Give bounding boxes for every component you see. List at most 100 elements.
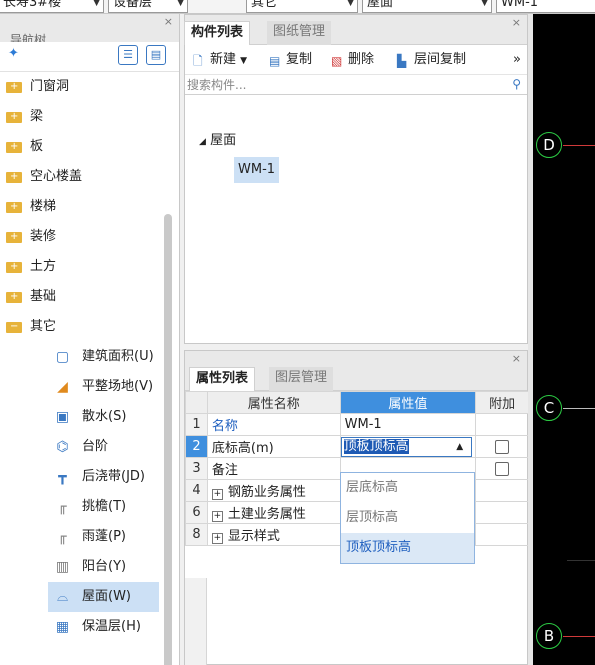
component-select-value: WM-1 bbox=[501, 0, 539, 10]
header-property-value: 属性值 bbox=[339, 391, 477, 414]
list-view-icon[interactable]: ☰ bbox=[118, 45, 138, 65]
magic-wand-icon[interactable]: ✦ bbox=[8, 46, 19, 61]
chevron-down-icon: ▼ bbox=[177, 0, 184, 8]
navigation-tree-toolbar: ✦ ☰ ▤ bbox=[0, 42, 179, 72]
top-toolbar: 长寿3#楼 ▼ 设备层 ▼ 其它 ▼ 屋面 ▼ WM-1 bbox=[0, 0, 595, 14]
tab-component-list[interactable]: 构件列表 bbox=[184, 21, 251, 45]
chevron-down-icon: ▼ bbox=[93, 0, 100, 8]
axis-bubble-c[interactable]: C bbox=[536, 395, 562, 421]
property-extra bbox=[475, 501, 529, 524]
property-group[interactable]: + 土建业务属性 bbox=[206, 501, 341, 524]
tree-item-balcony[interactable]: ▥ 阳台(Y) bbox=[0, 552, 179, 582]
component-tree-root[interactable]: ◢ 屋面 bbox=[199, 129, 236, 148]
tree-folder-label: 梁 bbox=[30, 109, 44, 124]
row-number: 3 bbox=[185, 457, 208, 480]
tree-item-canopy[interactable]: ╓ 雨蓬(P) bbox=[0, 522, 179, 552]
floor-copy-button[interactable]: ▙ 层间复制 bbox=[397, 51, 466, 69]
tree-folder[interactable]: + 门窗洞 bbox=[0, 72, 179, 102]
property-group[interactable]: + 钢筋业务属性 bbox=[206, 479, 341, 502]
tree-folder-label: 装修 bbox=[30, 229, 57, 244]
navigation-tree: + 门窗洞 + 梁 + 板 + 空心楼盖 + 楼梯 + 装修 + 土方 + 基础 − 其它 ▢ 建筑… bbox=[0, 72, 179, 642]
floor-select-value: 设备层 bbox=[113, 0, 153, 10]
tree-item-label: 后浇带(JD) bbox=[82, 469, 145, 484]
card-view-icon[interactable]: ▤ bbox=[146, 45, 166, 65]
tree-folder[interactable]: + 基础 bbox=[0, 282, 179, 312]
collapse-triangle-icon[interactable]: ◢ bbox=[199, 137, 206, 147]
chevron-down-icon[interactable]: ▲ bbox=[456, 438, 463, 456]
tree-item-label: 平整场地(V) bbox=[82, 379, 154, 394]
tree-item-apron[interactable]: ▣ 散水(S) bbox=[0, 402, 179, 432]
category-select[interactable]: 其它 ▼ bbox=[246, 0, 358, 13]
building-select-value: 长寿3#楼 bbox=[3, 0, 62, 10]
axis-bubble-d[interactable]: D bbox=[536, 132, 562, 158]
tree-folder[interactable]: + 空心楼盖 bbox=[0, 162, 179, 192]
axis-line-b bbox=[563, 636, 595, 637]
property-row: 1 名称 WM-1 bbox=[185, 413, 529, 436]
expand-icon[interactable]: + bbox=[211, 489, 223, 500]
nav-scrollbar[interactable] bbox=[164, 214, 172, 665]
tree-item-eaves[interactable]: ╓ 挑檐(T) bbox=[0, 492, 179, 522]
tree-folder-label: 板 bbox=[30, 139, 44, 154]
tree-item-roof[interactable]: ⌓ 屋面(W) bbox=[48, 582, 159, 612]
tree-folder-label: 空心楼盖 bbox=[30, 169, 83, 184]
tree-folder-expanded[interactable]: − 其它 bbox=[0, 312, 179, 342]
type-select-value: 屋面 bbox=[367, 0, 394, 10]
folder-icon: + bbox=[6, 171, 22, 183]
property-group[interactable]: + 显示样式 bbox=[206, 523, 341, 546]
property-name: 备注 bbox=[206, 457, 341, 480]
copy-icon: ▤ bbox=[269, 54, 281, 68]
extra-checkbox[interactable] bbox=[495, 439, 510, 454]
tree-item-steps[interactable]: ⌬ 台阶 bbox=[0, 432, 179, 462]
dropdown-option-selected[interactable]: 顶板顶标高 bbox=[341, 533, 474, 563]
tree-folder[interactable]: + 楼梯 bbox=[0, 192, 179, 222]
folder-icon: + bbox=[6, 201, 22, 213]
tree-item-post-pour-strip[interactable]: ┳ 后浇带(JD) bbox=[0, 462, 179, 492]
more-icon[interactable]: » bbox=[513, 51, 521, 69]
tab-layer-management[interactable]: 图层管理 bbox=[269, 367, 334, 391]
copy-button-label: 复制 bbox=[286, 52, 313, 67]
new-button[interactable]: 🗋 新建 ▼ bbox=[193, 51, 247, 70]
floor-select[interactable]: 设备层 ▼ bbox=[108, 0, 188, 13]
extra-checkbox[interactable] bbox=[495, 461, 510, 476]
building-select[interactable]: 长寿3#楼 ▼ bbox=[0, 0, 104, 13]
expand-icon[interactable]: + bbox=[211, 511, 223, 522]
delete-button[interactable]: ▧ 删除 bbox=[331, 51, 374, 69]
axis-line-c bbox=[563, 408, 595, 409]
tree-item-site-leveling[interactable]: ◢ 平整场地(V) bbox=[0, 372, 179, 402]
tab-property-list[interactable]: 属性列表 bbox=[189, 367, 256, 391]
tree-folder[interactable]: + 土方 bbox=[0, 252, 179, 282]
property-value[interactable]: WM-1 bbox=[339, 413, 477, 436]
tree-folder[interactable]: + 梁 bbox=[0, 102, 179, 132]
drawing-canvas[interactable]: D C B bbox=[533, 14, 595, 665]
tree-folder-label: 土方 bbox=[30, 259, 57, 274]
close-icon[interactable]: × bbox=[164, 16, 173, 28]
component-toolbar: 🗋 新建 ▼ ▤ 复制 ▧ 删除 ▙ 层间复制 » bbox=[185, 45, 527, 75]
component-tree-item[interactable]: WM-1 bbox=[234, 157, 280, 183]
property-group-label: 土建业务属性 bbox=[227, 507, 306, 522]
folder-open-icon: − bbox=[6, 321, 22, 333]
row-number: 8 bbox=[185, 523, 208, 546]
component-select[interactable]: WM-1 bbox=[496, 0, 595, 13]
property-name: 底标高(m) bbox=[206, 435, 341, 458]
type-select[interactable]: 屋面 ▼ bbox=[362, 0, 492, 13]
close-icon[interactable]: × bbox=[512, 17, 521, 29]
axis-bubble-b[interactable]: B bbox=[536, 623, 562, 649]
tree-folder[interactable]: + 板 bbox=[0, 132, 179, 162]
expand-icon[interactable]: + bbox=[211, 533, 223, 544]
component-search: ⚲ bbox=[185, 75, 527, 95]
tree-item-label: 台阶 bbox=[82, 439, 109, 454]
search-icon[interactable]: ⚲ bbox=[512, 77, 521, 91]
dropdown-option[interactable]: 层顶标高 bbox=[341, 503, 474, 533]
tree-item-insulation[interactable]: ▦ 保温层(H) bbox=[0, 612, 179, 642]
tree-item-label: 保温层(H) bbox=[82, 619, 141, 634]
steps-icon: ⌬ bbox=[56, 439, 69, 455]
tree-folder[interactable]: + 装修 bbox=[0, 222, 179, 252]
tab-drawing-management[interactable]: 图纸管理 bbox=[267, 21, 332, 45]
tree-item-label: 阳台(Y) bbox=[82, 559, 127, 574]
copy-button[interactable]: ▤ 复制 bbox=[269, 51, 312, 69]
bottom-elevation-select[interactable]: 顶板顶标高 ▲ bbox=[340, 436, 473, 457]
dropdown-option[interactable]: 层底标高 bbox=[341, 473, 474, 503]
close-icon[interactable]: × bbox=[512, 353, 521, 365]
tree-item-area[interactable]: ▢ 建筑面积(U) bbox=[0, 342, 179, 372]
component-search-input[interactable] bbox=[187, 76, 503, 94]
